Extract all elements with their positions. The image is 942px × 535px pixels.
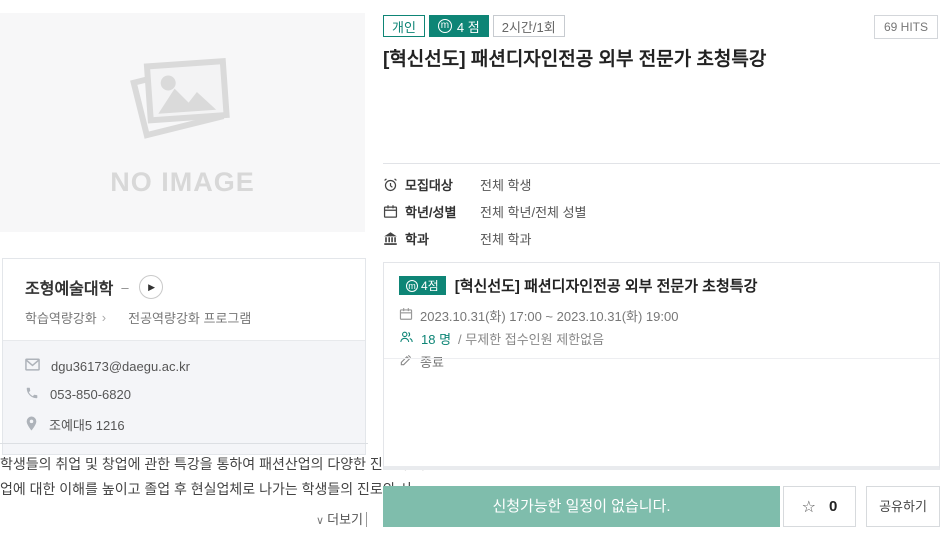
phone-row: 053-850-6820 [25, 386, 343, 403]
more-label: 더보기 [327, 512, 363, 527]
pen-icon [399, 353, 413, 370]
capacity-limit: / 무제한 접수인원 제한없음 [458, 329, 604, 348]
breadcrumb-program-type[interactable]: 전공역량강화 프로그램 [128, 308, 251, 327]
page-title: [혁신선도] 패션디자인전공 외부 전문가 초청특강 [383, 44, 766, 71]
schedule-capacity-row: 18 명 / 무제한 접수인원 제한없음 [399, 327, 924, 349]
calendar-icon [399, 307, 413, 324]
mileage-icon: m [438, 19, 452, 33]
schedule-mileage-points: 4점 [421, 277, 439, 294]
schedule-status: 종료 [420, 352, 444, 371]
badge-mileage: m 4 점 [429, 15, 489, 37]
phone-text: 053-850-6820 [50, 387, 131, 402]
schedule-status-row: 종료 [399, 350, 924, 372]
no-schedule-notice: 신청가능한 일정이 없습니다. [383, 486, 780, 527]
action-bar: 신청가능한 일정이 없습니다. ☆ 0 공유하기 [383, 486, 940, 527]
email-row: dgu36173@daegu.ac.kr [25, 358, 343, 374]
alarm-clock-icon [383, 177, 405, 192]
share-button[interactable]: 공유하기 [866, 486, 940, 527]
badge-row: 개인 m 4 점 2시간/1회 [383, 15, 565, 37]
expand-play-button[interactable]: ▶ [139, 275, 163, 299]
favorite-count: 0 [829, 498, 837, 515]
program-description: 학생들의 취업 및 창업에 관한 특강을 통하여 패션산업의 다양한 진로와 취… [0, 443, 368, 529]
map-pin-icon [25, 416, 49, 434]
organization-card: 조형예술대학 – ▶ 학습역량강화 › 전공역량강화 프로그램 dgu36173… [2, 258, 366, 455]
info-value: 전체 학과 [480, 229, 531, 248]
chevron-right-icon: › [102, 310, 106, 325]
location-row: 조예대5 1216 [25, 415, 343, 434]
schedule-title: [혁신선도] 패션디자인전공 외부 전문가 초청특강 [455, 275, 758, 296]
description-line: 업에 대한 이해를 높이고 졸업 후 현실업체로 나가는 학생들의 진로와 사… [0, 477, 368, 502]
schedule-date-row: 2023.10.31(화) 17:00 ~ 2023.10.31(화) 19:0… [399, 304, 924, 326]
play-icon: ▶ [148, 282, 155, 293]
info-value: 전체 학생 [480, 175, 531, 194]
envelope-icon [25, 358, 51, 374]
email-text: dgu36173@daegu.ac.kr [51, 359, 190, 374]
phone-icon [25, 386, 50, 403]
calendar-icon [383, 204, 405, 219]
schedule-card[interactable]: m 4점 [혁신선도] 패션디자인전공 외부 전문가 초청특강 2023.10.… [383, 262, 940, 470]
breadcrumb: 학습역량강화 › 전공역량강화 프로그램 [25, 308, 343, 327]
info-rows: 모집대상 전체 학생 학년/성별 전체 학년/전체 성별 [383, 171, 940, 252]
info-label: 학과 [405, 229, 480, 248]
location-text: 조예대5 1216 [49, 415, 125, 434]
organization-name: 조형예술대학 [25, 275, 113, 299]
info-value: 전체 학년/전체 성별 [480, 202, 587, 221]
info-row-department: 학과 전체 학과 [383, 225, 940, 252]
badge-personal: 개인 [383, 15, 425, 37]
photo-icon [127, 48, 239, 145]
divider [383, 163, 940, 164]
hits-badge: 69 HITS [874, 15, 938, 39]
badge-duration: 2시간/1회 [493, 15, 565, 37]
info-label: 모집대상 [405, 175, 480, 194]
favorite-button[interactable]: ☆ 0 [783, 486, 856, 527]
chevron-down-icon: ∨ [316, 515, 324, 527]
organization-dash: – [121, 280, 128, 295]
mileage-icon: m [406, 280, 418, 292]
capacity-current: 18 명 [421, 329, 451, 348]
mileage-points: 4 점 [457, 17, 480, 36]
organization-header: 조형예술대학 – ▶ 학습역량강화 › 전공역량강화 프로그램 [3, 259, 365, 340]
info-row-target: 모집대상 전체 학생 [383, 171, 940, 198]
divider [384, 358, 939, 359]
schedule-mileage-badge: m 4점 [399, 276, 446, 295]
info-label: 학년/성별 [405, 202, 480, 221]
star-icon: ☆ [802, 497, 816, 517]
program-detail-panel: 개인 m 4 점 2시간/1회 69 HITS [혁신선도] 패션디자인전공 외… [383, 0, 940, 535]
organization-contacts: dgu36173@daegu.ac.kr 053-850-6820 조예대5 1… [3, 340, 365, 454]
no-image-label: NO IMAGE [110, 167, 255, 198]
info-row-grade-gender: 학년/성별 전체 학년/전체 성별 [383, 198, 940, 225]
bank-icon [383, 231, 405, 246]
no-image-placeholder: NO IMAGE [0, 13, 365, 232]
schedule-date: 2023.10.31(화) 17:00 ~ 2023.10.31(화) 19:0… [420, 306, 678, 325]
people-icon [399, 330, 414, 347]
description-line: 학생들의 취업 및 창업에 관한 특강을 통하여 패션산업의 다양한 진로와 취 [0, 452, 368, 477]
more-button[interactable]: ∨더보기 [316, 512, 367, 527]
breadcrumb-category[interactable]: 학습역량강화 [25, 308, 97, 327]
